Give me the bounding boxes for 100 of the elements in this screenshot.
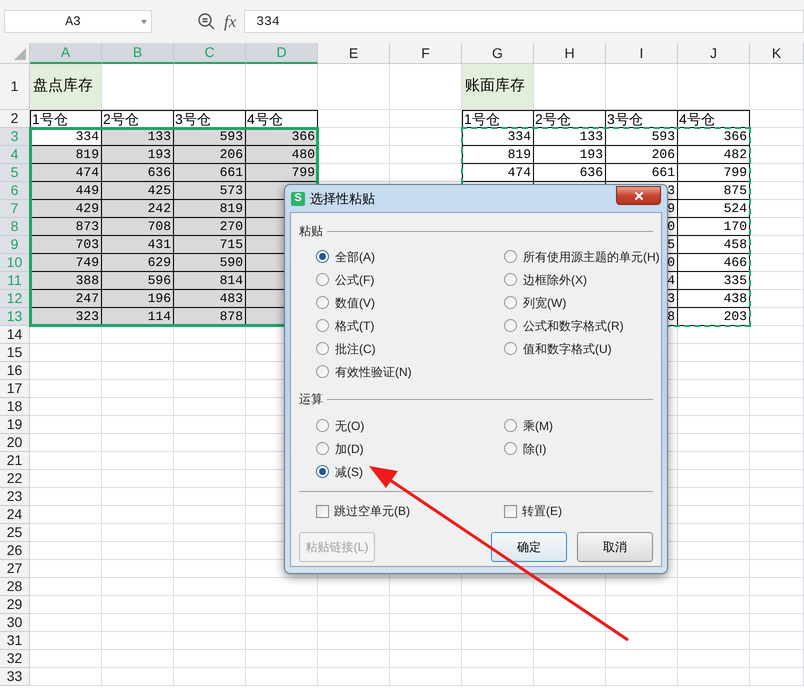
table-cell: 749 [30,254,102,272]
table-cell: 873 [30,218,102,236]
option-label: 无(O) [335,418,364,434]
option-label: 数值(V) [335,294,375,312]
table-cell: 636 [534,164,606,182]
table-cell: 875 [678,182,750,200]
formula-input[interactable]: 334 [244,10,804,33]
table-cell: 474 [30,164,102,182]
row-header[interactable]: 26 [0,542,30,560]
table-cell: 193 [102,146,174,164]
row-header[interactable]: 25 [0,524,30,542]
row-header[interactable]: 2 [0,110,30,128]
table-cell: 247 [30,290,102,308]
row-header[interactable]: 19 [0,416,30,434]
option-label: 跳过空单元(B) [334,503,410,520]
table-cell: 458 [678,236,750,254]
row-header[interactable]: 24 [0,506,30,524]
table-cell: 629 [102,254,174,272]
table-cell: 1号仓 [30,110,102,128]
table-cell: 703 [30,236,102,254]
table-cell: 483 [174,290,246,308]
table-cell: 590 [174,254,246,272]
option-label: 转置(E) [522,503,562,520]
row-header[interactable]: 22 [0,470,30,488]
option-label: 有效性验证(N) [335,364,412,380]
row-header[interactable]: 14 [0,326,30,344]
row-header[interactable]: 32 [0,650,30,668]
table-cell: 819 [30,146,102,164]
table-cell: 4号仓 [246,110,318,128]
option-label: 加(D) [335,440,364,458]
table-cell: 335 [678,272,750,290]
option-label: 公式(F) [335,272,374,288]
option-label: 格式(T) [335,318,374,334]
table-cell: 1号仓 [462,110,534,128]
table-cell: 466 [678,254,750,272]
row-header[interactable]: 23 [0,488,30,506]
table-cell: 438 [678,290,750,308]
table-cell: 661 [174,164,246,182]
table-cell: 242 [102,200,174,218]
row-header[interactable]: 20 [0,434,30,452]
table-cell: 524 [678,200,750,218]
option-label: 减(S) [335,464,363,480]
table-cell: 盘点库存 [30,64,102,110]
row-header[interactable]: 28 [0,578,30,596]
table-cell: 480 [246,146,318,164]
table-cell: 819 [462,146,534,164]
table-cell: 4号仓 [678,110,750,128]
table-cell: 708 [102,218,174,236]
table-cell: 账面库存 [462,64,534,110]
table-cell: 270 [174,218,246,236]
table-cell: 661 [606,164,678,182]
table-cell: 3号仓 [174,110,246,128]
row-header[interactable]: 21 [0,452,30,470]
app-logo-icon: S [291,192,305,206]
table-cell: 3号仓 [606,110,678,128]
table-cell: 593 [606,128,678,146]
column-header[interactable]: K [750,43,804,64]
table-cell: 388 [30,272,102,290]
table-cell: 133 [534,128,606,146]
row-header[interactable]: 30 [0,614,30,632]
column-header[interactable]: J [678,43,750,64]
row-header[interactable]: 15 [0,344,30,362]
table-cell: 596 [102,272,174,290]
table-cell: 203 [678,308,750,326]
name-box[interactable]: A3 [4,10,152,33]
table-cell: 474 [462,164,534,182]
table-cell: 334 [462,128,534,146]
option-label: 边框除外(X) [523,272,587,288]
table-cell: 206 [606,146,678,164]
row-header[interactable]: 33 [0,668,30,686]
column-header[interactable]: I [606,43,678,64]
table-cell: 366 [678,128,750,146]
row-header[interactable]: 29 [0,596,30,614]
table-cell: 2号仓 [534,110,606,128]
table-cell: 170 [678,218,750,236]
row-header[interactable]: 18 [0,398,30,416]
dialog-title: 选择性粘贴 [310,190,375,208]
option-label: 除(I) [523,440,546,458]
column-header[interactable]: E [318,43,390,64]
column-header[interactable]: G [462,43,534,64]
column-header[interactable]: H [534,43,606,64]
row-header[interactable]: 17 [0,380,30,398]
dialog-button[interactable]: 确定 [491,532,567,562]
table-cell: 429 [30,200,102,218]
function-label[interactable]: fx [224,8,236,34]
column-header[interactable]: F [390,43,462,64]
row-header[interactable]: 1 [0,64,30,110]
group-label: 运算 [299,391,323,408]
table-cell: 799 [678,164,750,182]
option-label: 批注(C) [335,340,376,358]
option-label: 值和数字格式(U) [523,340,612,358]
table-cell: 819 [174,200,246,218]
table-cell: 814 [174,272,246,290]
dialog-button[interactable]: 取消 [577,532,653,562]
table-cell: 482 [678,146,750,164]
row-header[interactable]: 31 [0,632,30,650]
row-header[interactable]: 16 [0,362,30,380]
table-cell: 715 [174,236,246,254]
option-label: 乘(M) [523,418,553,434]
row-header[interactable]: 27 [0,560,30,578]
